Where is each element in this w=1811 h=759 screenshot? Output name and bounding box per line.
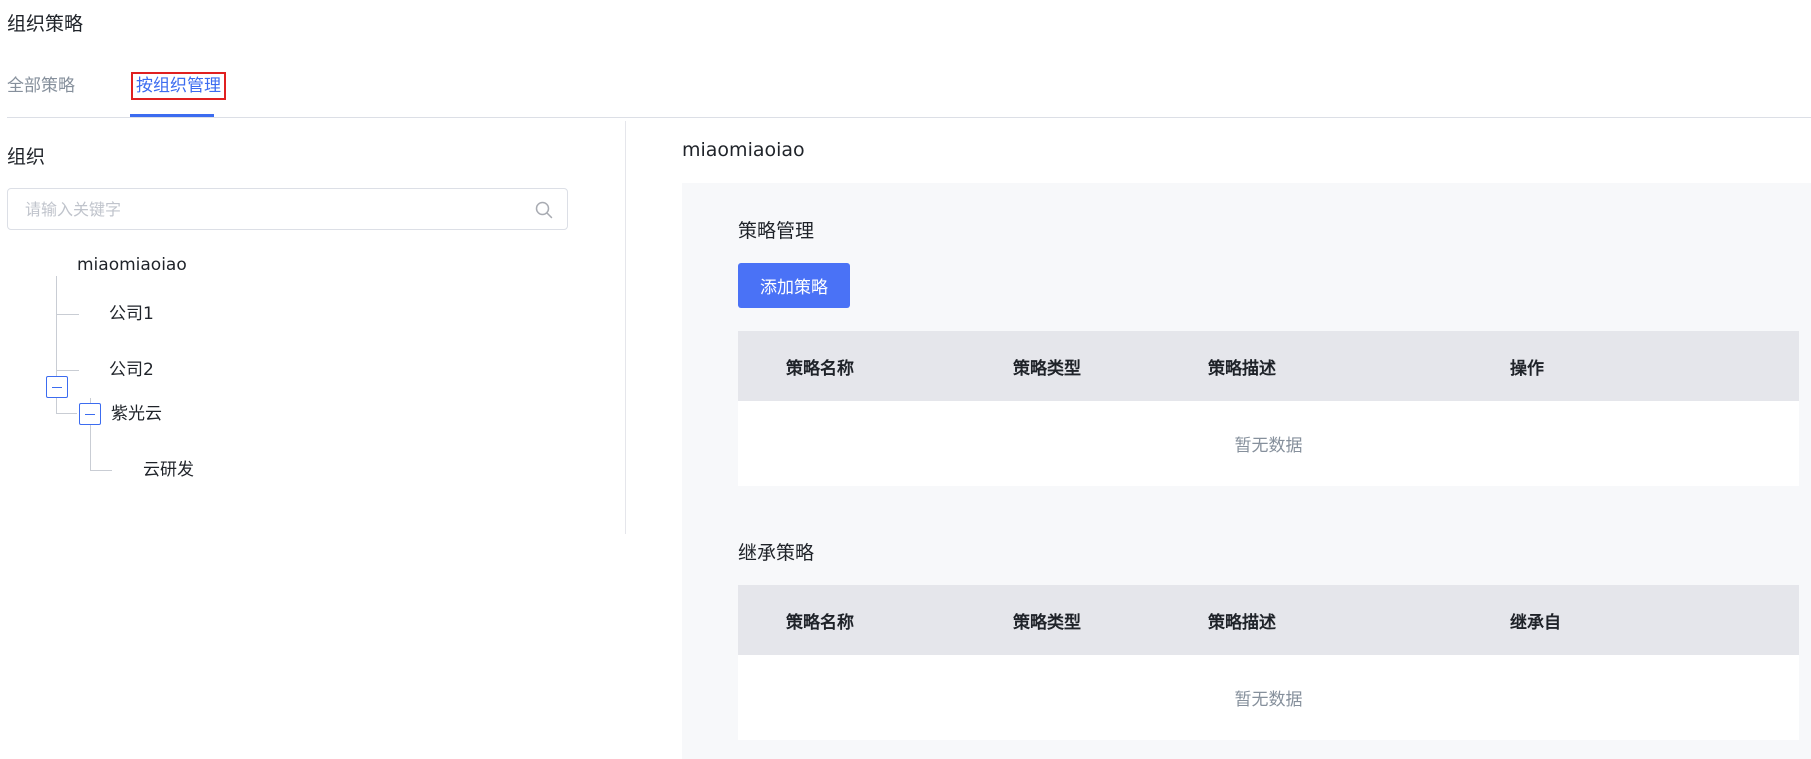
- column-policy-description: 策略描述: [1208, 613, 1276, 633]
- inherited-policies-title: 继承策略: [738, 542, 815, 564]
- empty-text: 暂无数据: [1234, 690, 1303, 710]
- add-policy-button[interactable]: 添加策略: [738, 263, 850, 308]
- collapse-toggle-icon[interactable]: [79, 403, 101, 425]
- search-icon[interactable]: [535, 201, 553, 219]
- organization-panel: 组织 miaomiaoiao 公司1 公司2 紫光云 云研发: [7, 121, 626, 534]
- tree-node-company2[interactable]: 公司2: [109, 359, 154, 381]
- column-policy-type: 策略类型: [1013, 613, 1081, 633]
- table-header: 策略名称 策略类型 策略描述 继承自: [738, 585, 1799, 655]
- tab-by-organization[interactable]: 按组织管理: [131, 72, 226, 100]
- table-empty-row: 暂无数据: [738, 655, 1799, 740]
- tree-connector: [56, 413, 77, 414]
- inherited-policy-table: 策略名称 策略类型 策略描述 继承自 暂无数据: [738, 585, 1799, 740]
- table-header: 策略名称 策略类型 策略描述 操作: [738, 331, 1799, 401]
- search-box: [7, 188, 568, 230]
- tab-bar: 全部策略 按组织管理: [7, 66, 1811, 118]
- table-empty-row: 暂无数据: [738, 401, 1799, 486]
- search-input[interactable]: [25, 189, 525, 229]
- collapse-toggle-icon[interactable]: [46, 376, 68, 398]
- tree-connector: [56, 370, 79, 371]
- policy-management-title: 策略管理: [738, 220, 815, 242]
- tree-connector: [90, 470, 112, 471]
- column-actions: 操作: [1510, 359, 1544, 379]
- policy-panel: 策略管理 添加策略 策略名称 策略类型 策略描述 操作 暂无数据 继承策略 策略…: [682, 183, 1811, 759]
- column-policy-description: 策略描述: [1208, 359, 1276, 379]
- tree-node-cloud-rd[interactable]: 云研发: [143, 459, 194, 481]
- tree-node-root[interactable]: miaomiaoiao: [77, 254, 187, 276]
- column-policy-name: 策略名称: [786, 359, 854, 379]
- selected-organization-title: miaomiaoiao: [682, 139, 805, 161]
- column-policy-name: 策略名称: [786, 613, 854, 633]
- organization-tree: miaomiaoiao 公司1 公司2 紫光云 云研发: [7, 248, 607, 538]
- column-policy-type: 策略类型: [1013, 359, 1081, 379]
- policy-table: 策略名称 策略类型 策略描述 操作 暂无数据: [738, 331, 1799, 486]
- tree-node-company1[interactable]: 公司1: [109, 303, 154, 325]
- tree-connector: [56, 314, 79, 315]
- tree-node-ziguangyun[interactable]: 紫光云: [111, 403, 162, 425]
- tab-all-policies[interactable]: 全部策略: [7, 75, 75, 97]
- organization-heading: 组织: [7, 146, 46, 168]
- active-tab-indicator: [130, 114, 214, 117]
- page-title: 组织策略: [7, 13, 84, 35]
- empty-text: 暂无数据: [1234, 436, 1303, 456]
- column-inherited-from: 继承自: [1510, 613, 1561, 633]
